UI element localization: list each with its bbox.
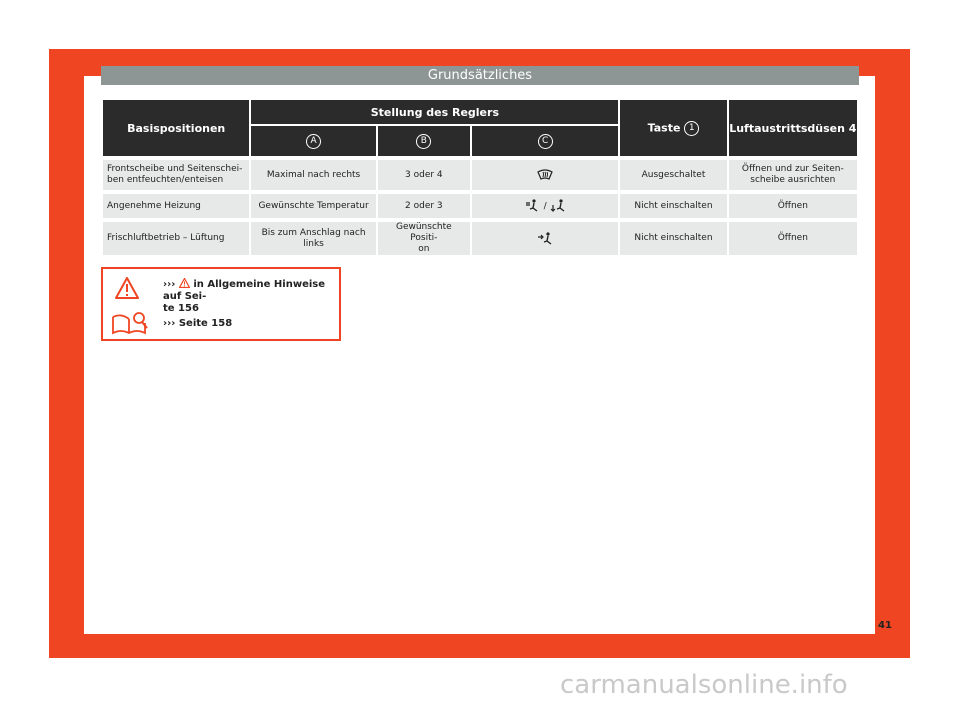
book-reference-link[interactable]: ››› Seite 158 (163, 318, 232, 329)
cell-c: / (471, 190, 619, 218)
header-sub-c: C (471, 124, 619, 156)
warning-note-box: ››› in Allgemeine Hinweise auf Sei- te 1… (101, 267, 341, 341)
warning-prefix: ››› (163, 279, 176, 290)
inline-warning-icon (178, 278, 190, 288)
cell-base: Angenehme Heizung (103, 190, 250, 218)
cell-taste: Ausgeschaltet (620, 156, 727, 190)
settings-table: Basispositionen Stellung des Reglers Tas… (101, 100, 859, 255)
face-vent-icon (538, 231, 552, 245)
icon-separator: / (543, 201, 547, 212)
cell-a: Maximal nach rechts (251, 156, 376, 190)
cell-c (471, 218, 619, 255)
cell-a: Bis zum Anschlag nach links (251, 218, 376, 255)
header-taste: Taste 1 (620, 100, 727, 156)
header-taste-label: Taste (647, 121, 681, 134)
table-row: Angenehme Heizung Gewünschte Temperatur … (103, 190, 857, 218)
warning-text: ››› in Allgemeine Hinweise auf Sei- te 1… (163, 278, 338, 315)
footer-watermark: carmanualsonline.info (560, 670, 848, 700)
cell-base: Frischluftbetrieb – Lüftung (103, 218, 250, 255)
face-footwell-icon (525, 199, 538, 212)
cell-taste: Nicht einschalten (620, 190, 727, 218)
header-sub-a: A (251, 124, 376, 156)
cell-a: Gewünschte Temperatur (251, 190, 376, 218)
page-number: 41 (878, 620, 892, 631)
defrost-icon (537, 169, 553, 180)
section-title: Grundsätzliches (101, 66, 859, 85)
cell-luft: Öffnen (728, 190, 857, 218)
taste-number-badge: 1 (684, 120, 700, 136)
cell-luft: Öffnen und zur Seiten- scheibe ausrichte… (728, 156, 857, 190)
header-sub-b: B (377, 124, 470, 156)
header-basispositionen: Basispositionen (103, 100, 250, 156)
warning-triangle-icon (115, 277, 139, 299)
cell-taste: Nicht einschalten (620, 218, 727, 255)
cell-b: 3 oder 4 (377, 156, 470, 190)
cell-b: 2 oder 3 (377, 190, 470, 218)
footwell-icon (550, 199, 564, 212)
cell-base: Frontscheibe und Seitenschei- ben entfeu… (103, 156, 250, 190)
cell-luft: Öffnen (728, 218, 857, 255)
manual-book-icon (112, 312, 148, 335)
header-stellung: Stellung des Reglers (251, 100, 619, 124)
table-row: Frontscheibe und Seitenschei- ben entfeu… (103, 156, 857, 190)
header-luftaustritt: Luftaustrittsdüsen 4 (728, 100, 857, 156)
cell-c (471, 156, 619, 190)
cell-b: Gewünschte Positi- on (377, 218, 470, 255)
table-row: Frischluftbetrieb – Lüftung Bis zum Ansc… (103, 218, 857, 255)
